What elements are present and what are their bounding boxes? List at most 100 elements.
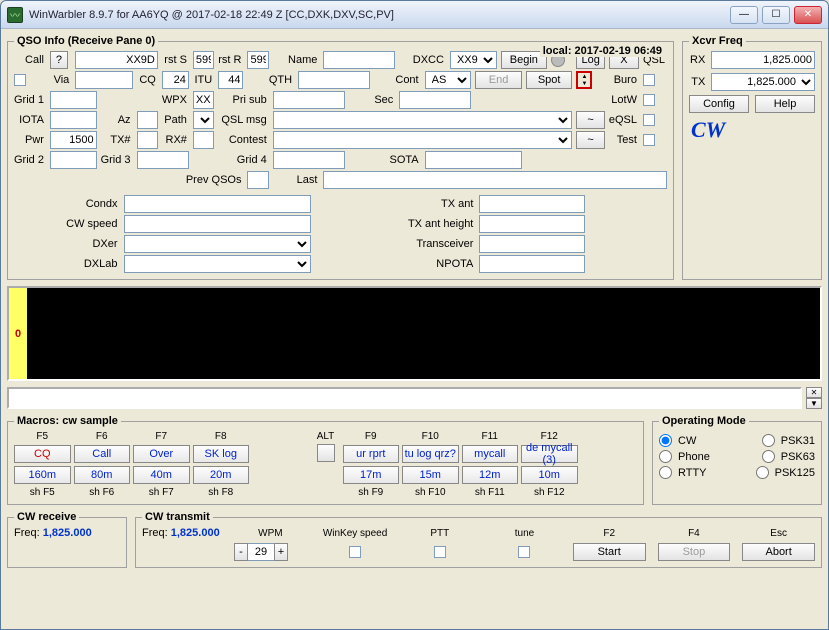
condx-input[interactable] bbox=[124, 195, 312, 213]
macro-10m[interactable]: 10m bbox=[521, 466, 578, 484]
contest-toggle[interactable]: ~ bbox=[576, 131, 604, 149]
macro-160m[interactable]: 160m bbox=[14, 466, 71, 484]
shfkey: sh F12 bbox=[521, 487, 578, 498]
txantheight-input[interactable] bbox=[479, 215, 585, 233]
lotw-check[interactable] bbox=[643, 94, 655, 106]
eqsl-check[interactable] bbox=[643, 114, 655, 126]
last-input[interactable] bbox=[323, 171, 667, 189]
stop-button[interactable]: Stop bbox=[658, 543, 731, 561]
alt-toggle[interactable]: ALT bbox=[312, 431, 340, 484]
wpx-label: WPX bbox=[162, 94, 189, 106]
macro-cq[interactable]: CQ bbox=[14, 445, 71, 463]
path-select[interactable]: S bbox=[193, 111, 214, 129]
winkey-check[interactable] bbox=[349, 546, 361, 558]
tune-check[interactable] bbox=[518, 546, 530, 558]
wpx-input[interactable] bbox=[193, 91, 214, 109]
macro-17m[interactable]: 17m bbox=[343, 466, 400, 484]
close-button[interactable]: ✕ bbox=[794, 6, 822, 24]
grid2-input[interactable] bbox=[50, 151, 97, 169]
prevqso-input[interactable] bbox=[247, 171, 268, 189]
mode-psk125-radio[interactable] bbox=[756, 466, 769, 479]
itu-input[interactable] bbox=[218, 71, 243, 89]
buro-check[interactable] bbox=[643, 74, 655, 86]
dxcc-select[interactable]: XX9 bbox=[450, 51, 497, 69]
txant-input[interactable] bbox=[479, 195, 585, 213]
call-help-button[interactable]: ? bbox=[50, 51, 68, 69]
ptt-check[interactable] bbox=[434, 546, 446, 558]
qth-label: QTH bbox=[247, 74, 294, 86]
rsts-input[interactable] bbox=[193, 51, 214, 69]
macro-80m[interactable]: 80m bbox=[74, 466, 131, 484]
name-input[interactable] bbox=[323, 51, 395, 69]
mode-psk63-radio[interactable] bbox=[762, 450, 775, 463]
sec-input[interactable] bbox=[399, 91, 471, 109]
contest-select[interactable] bbox=[273, 131, 573, 149]
rxnum-input[interactable] bbox=[193, 131, 214, 149]
macro-over[interactable]: Over bbox=[133, 445, 190, 463]
qth-input[interactable] bbox=[298, 71, 370, 89]
macro-12m[interactable]: 12m bbox=[462, 466, 519, 484]
grid3-label: Grid 3 bbox=[101, 154, 133, 166]
cwrx-freq-link[interactable]: 1,825.000 bbox=[43, 527, 92, 539]
macro-mycall[interactable]: mycall bbox=[462, 445, 519, 463]
transceiver-input[interactable] bbox=[479, 235, 585, 253]
abort-button[interactable]: Abort bbox=[742, 543, 815, 561]
macro-15m[interactable]: 15m bbox=[402, 466, 459, 484]
grid1-input[interactable] bbox=[50, 91, 97, 109]
az-input[interactable] bbox=[137, 111, 158, 129]
txnum-label: TX# bbox=[101, 134, 133, 146]
mode-rtty-radio[interactable] bbox=[659, 466, 672, 479]
macro-tu-log-qrz-[interactable]: tu log qrz? bbox=[402, 445, 459, 463]
path-label: Path bbox=[162, 114, 189, 126]
cwtx-freq-link[interactable]: 1,825.000 bbox=[171, 527, 220, 539]
call-input[interactable] bbox=[75, 51, 158, 69]
waterfall-canvas[interactable] bbox=[27, 288, 820, 379]
mode-cw-radio[interactable] bbox=[659, 434, 672, 447]
waterfall-marker: 0 bbox=[9, 288, 27, 379]
macro-ur-rprt[interactable]: ur rprt bbox=[343, 445, 400, 463]
sota-input[interactable] bbox=[425, 151, 522, 169]
pwr-input[interactable] bbox=[50, 131, 97, 149]
mode-psk31-radio[interactable] bbox=[762, 434, 775, 447]
tx-text-input[interactable] bbox=[7, 387, 802, 409]
macro-de-mycall-3-[interactable]: de mycall (3) bbox=[521, 445, 578, 463]
via-input[interactable] bbox=[75, 71, 132, 89]
dxer-select[interactable] bbox=[124, 235, 312, 253]
iota-input[interactable] bbox=[50, 111, 97, 129]
wpm-spinner[interactable]: -+ bbox=[234, 543, 307, 561]
test-check[interactable] bbox=[643, 134, 655, 146]
maximize-button[interactable]: ☐ bbox=[762, 6, 790, 24]
pwr-label: Pwr bbox=[14, 134, 46, 146]
grid3-input[interactable] bbox=[137, 151, 189, 169]
txnum-input[interactable] bbox=[137, 131, 158, 149]
config-button[interactable]: Config bbox=[689, 95, 749, 113]
qslmsg-toggle[interactable]: ~ bbox=[576, 111, 604, 129]
qslmsg-select[interactable] bbox=[273, 111, 573, 129]
qsl-check[interactable] bbox=[14, 74, 26, 86]
grid4-input[interactable] bbox=[273, 151, 345, 169]
spot-button[interactable]: Spot bbox=[526, 71, 573, 89]
macro-40m[interactable]: 40m bbox=[133, 466, 190, 484]
help-button[interactable]: Help bbox=[755, 95, 815, 113]
end-button[interactable]: End bbox=[475, 71, 522, 89]
tx-scroll[interactable]: ✕▼ bbox=[806, 387, 822, 409]
dxlab-select[interactable] bbox=[124, 255, 312, 273]
minimize-button[interactable]: — bbox=[730, 6, 758, 24]
spot-spin[interactable]: ▲▼ bbox=[576, 71, 592, 89]
fkey-F10: F10 bbox=[402, 431, 459, 442]
start-button[interactable]: Start bbox=[573, 543, 646, 561]
rstr-input[interactable] bbox=[247, 51, 268, 69]
mode-phone-radio[interactable] bbox=[659, 450, 672, 463]
prisub-label: Pri sub bbox=[218, 94, 269, 106]
cont-select[interactable]: AS bbox=[425, 71, 472, 89]
macro-sk-log[interactable]: SK log bbox=[193, 445, 250, 463]
opmode-legend: Operating Mode bbox=[659, 415, 749, 427]
npota-input[interactable] bbox=[479, 255, 585, 273]
rx-freq-input[interactable] bbox=[711, 51, 815, 69]
tx-freq-select[interactable]: 1,825.000 bbox=[711, 73, 815, 91]
cwspeed-input[interactable] bbox=[124, 215, 312, 233]
prisub-input[interactable] bbox=[273, 91, 345, 109]
macro-20m[interactable]: 20m bbox=[193, 466, 250, 484]
macro-call[interactable]: Call bbox=[74, 445, 131, 463]
cq-input[interactable] bbox=[162, 71, 189, 89]
